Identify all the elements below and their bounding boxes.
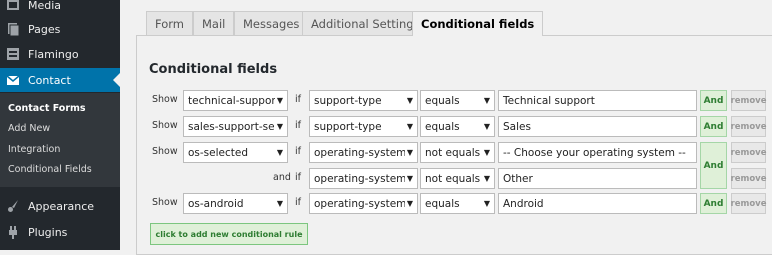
value-input[interactable]: Technical support <box>498 90 697 111</box>
chevron-down-icon: ▼ <box>276 96 283 105</box>
group-select[interactable]: technical-suppor ▼ <box>183 90 288 111</box>
menu-label-pages: Pages <box>28 22 61 36</box>
operator-select-value: equals <box>425 120 460 133</box>
menu-label-contact: Contact <box>28 73 71 87</box>
operator-select[interactable]: equals ▼ <box>420 116 495 137</box>
main-content: Form Mail Messages Additional Settings C… <box>120 0 772 255</box>
paintbrush-icon <box>6 199 20 213</box>
field-select[interactable]: support-type ▼ <box>309 90 418 111</box>
group-select[interactable]: os-selected ▼ <box>183 142 288 163</box>
remove-button[interactable]: remove <box>731 168 766 189</box>
menu-item-contact[interactable]: Contact <box>0 68 120 92</box>
tab-messages[interactable]: Messages <box>234 11 309 35</box>
chevron-down-icon: ▼ <box>406 148 413 157</box>
if-label: if <box>295 120 301 131</box>
chevron-down-icon: ▼ <box>276 148 283 157</box>
if-label: if <box>295 146 301 157</box>
operator-select-value: not equals <box>425 172 481 185</box>
operator-select[interactable]: not equals ▼ <box>420 168 495 189</box>
chevron-down-icon: ▼ <box>406 96 413 105</box>
contact-submenu: Contact Forms Add New Integration Condit… <box>0 93 120 187</box>
menu-item-plugins[interactable]: Plugins <box>0 220 120 244</box>
chevron-down-icon: ▼ <box>483 199 490 208</box>
group-select-value: technical-suppor <box>188 94 275 107</box>
operator-select[interactable]: equals ▼ <box>420 90 495 111</box>
group-select-value: sales-support-se <box>188 120 275 133</box>
submenu-contact-forms[interactable]: Contact Forms <box>8 103 86 114</box>
show-label: Show <box>152 197 178 208</box>
add-conditional-rule-button[interactable]: click to add new conditional rule <box>150 223 308 245</box>
and-button[interactable]: And <box>700 90 727 111</box>
mail-icon <box>6 73 20 87</box>
chevron-down-icon: ▼ <box>483 174 490 183</box>
and-button[interactable]: And <box>700 116 727 137</box>
chevron-down-icon: ▼ <box>406 174 413 183</box>
plug-icon <box>6 225 20 239</box>
submenu-conditional-fields[interactable]: Conditional Fields <box>8 164 92 175</box>
field-select[interactable]: operating-system ▼ <box>309 168 418 189</box>
menu-label-appearance: Appearance <box>28 199 95 213</box>
remove-button[interactable]: remove <box>731 116 766 137</box>
field-select-value: operating-system <box>314 172 405 185</box>
pages-icon <box>6 22 20 36</box>
menu-item-media[interactable]: Media <box>0 0 120 17</box>
chevron-down-icon: ▼ <box>483 122 490 131</box>
and-button[interactable]: And <box>700 142 727 189</box>
field-select-value: support-type <box>314 94 382 107</box>
section-title: Conditional fields <box>149 62 278 77</box>
chevron-down-icon: ▼ <box>406 199 413 208</box>
remove-button[interactable]: remove <box>731 90 766 111</box>
field-select[interactable]: operating-system ▼ <box>309 142 418 163</box>
chevron-down-icon: ▼ <box>483 96 490 105</box>
media-icon <box>6 0 20 12</box>
field-select-value: support-type <box>314 120 382 133</box>
submenu-add-new[interactable]: Add New <box>8 123 50 134</box>
remove-button[interactable]: remove <box>731 142 766 163</box>
group-select-value: os-selected <box>188 146 249 159</box>
operator-select-value: not equals <box>425 146 481 159</box>
chevron-down-icon: ▼ <box>483 148 490 157</box>
value-input[interactable]: Other <box>498 168 697 189</box>
show-label: Show <box>152 120 178 131</box>
and-label: and <box>273 172 291 183</box>
flamingo-icon <box>6 47 20 61</box>
field-select[interactable]: support-type ▼ <box>309 116 418 137</box>
group-select[interactable]: os-android ▼ <box>183 193 288 214</box>
show-label: Show <box>152 146 178 157</box>
admin-sidebar: Media Pages Flamingo Contact Contact For… <box>0 0 120 250</box>
menu-item-pages[interactable]: Pages <box>0 17 120 41</box>
show-label: Show <box>152 94 178 105</box>
value-input[interactable]: -- Choose your operating system -- <box>498 142 697 163</box>
submenu-integration[interactable]: Integration <box>8 144 60 155</box>
if-label: if <box>295 94 301 105</box>
chevron-down-icon: ▼ <box>276 199 283 208</box>
operator-select-value: equals <box>425 94 460 107</box>
value-input[interactable]: Sales <box>498 116 697 137</box>
and-button[interactable]: And <box>700 193 727 214</box>
menu-label-plugins: Plugins <box>28 225 68 239</box>
menu-label-media: Media <box>28 0 62 12</box>
menu-item-appearance[interactable]: Appearance <box>0 194 120 218</box>
field-select[interactable]: operating-system ▼ <box>309 193 418 214</box>
if-label: if <box>295 197 301 208</box>
conditional-fields-panel: Conditional fields Show technical-suppor… <box>136 35 772 255</box>
menu-item-flamingo[interactable]: Flamingo <box>0 42 120 66</box>
chevron-down-icon: ▼ <box>276 122 283 131</box>
tab-mail[interactable]: Mail <box>193 11 235 35</box>
remove-button[interactable]: remove <box>731 193 766 214</box>
field-select-value: operating-system <box>314 146 405 159</box>
tab-conditional-fields[interactable]: Conditional fields <box>412 11 544 36</box>
if-label: if <box>295 172 301 183</box>
tab-additional-settings[interactable]: Additional Settings <box>302 11 429 35</box>
chevron-down-icon: ▼ <box>406 122 413 131</box>
field-select-value: operating-system <box>314 197 405 210</box>
group-select-value: os-android <box>188 197 244 210</box>
value-input[interactable]: Android <box>498 193 697 214</box>
operator-select[interactable]: equals ▼ <box>420 193 495 214</box>
group-select[interactable]: sales-support-se ▼ <box>183 116 288 137</box>
operator-select-value: equals <box>425 197 460 210</box>
menu-label-flamingo: Flamingo <box>28 47 79 61</box>
operator-select[interactable]: not equals ▼ <box>420 142 495 163</box>
tab-form[interactable]: Form <box>146 11 193 35</box>
